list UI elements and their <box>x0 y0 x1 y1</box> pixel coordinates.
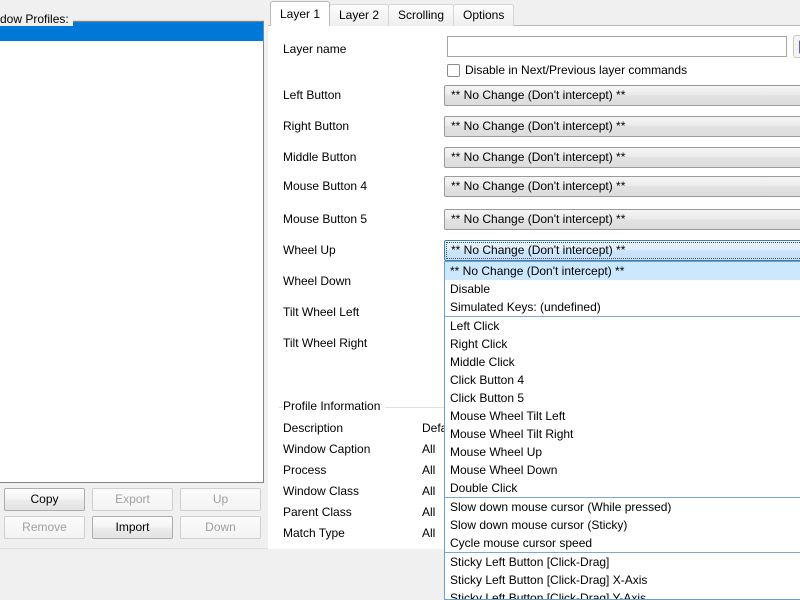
combo-mouse-button-5[interactable]: ** No Change (Don't intercept) ** <box>444 209 800 230</box>
label-mouse-button-4: Mouse Button 4 <box>283 179 368 193</box>
pi-label-match-type: Match Type <box>283 526 345 540</box>
tab-strip: Layer 1 Layer 2 Scrolling Options <box>268 0 800 26</box>
pi-label-process: Process <box>283 463 327 477</box>
dropdown-item[interactable]: Cycle mouse cursor speed <box>445 534 800 552</box>
dropdown-item[interactable]: Mouse Wheel Tilt Left <box>445 407 800 425</box>
combo-right-button[interactable]: ** No Change (Don't intercept) ** <box>444 116 800 137</box>
pi-label-window-caption: Window Caption <box>283 442 371 456</box>
dropdown-item[interactable]: Left Click <box>445 317 800 335</box>
wheel-up-action-dropdown[interactable]: ** No Change (Don't intercept) ** Disable… <box>444 261 800 600</box>
dropdown-item[interactable]: Click Button 5 <box>445 389 800 407</box>
dropdown-item[interactable]: Slow down mouse cursor (Sticky) <box>445 516 800 534</box>
combo-value: ** No Change (Don't intercept) ** <box>451 88 626 102</box>
label-tilt-wheel-right: Tilt Wheel Right <box>283 336 368 350</box>
dropdown-item[interactable]: Simulated Keys: (undefined) <box>445 298 800 316</box>
import-button[interactable]: Import <box>92 516 173 539</box>
dropdown-item[interactable]: Click Button 4 <box>445 371 800 389</box>
dropdown-item[interactable]: Mouse Wheel Tilt Right <box>445 425 800 443</box>
pi-label-description: Description <box>283 421 344 435</box>
tab-layer-2[interactable]: Layer 2 <box>329 4 390 26</box>
dropdown-item[interactable]: Sticky Left Button [Click-Drag] Y-Axis <box>445 589 800 599</box>
xmouse-settings-window: dow Profiles: Copy Export Up Remove Impo… <box>0 0 800 600</box>
pi-label-parent-class: Parent Class <box>283 505 352 519</box>
label-wheel-up: Wheel Up <box>283 243 336 257</box>
dropdown-item[interactable]: Sticky Left Button [Click-Drag] X-Axis <box>445 571 800 589</box>
dropdown-item[interactable]: ** No Change (Don't intercept) ** <box>445 262 800 280</box>
move-up-button[interactable]: Up <box>180 488 261 511</box>
copy-button[interactable]: Copy <box>4 488 85 511</box>
dropdown-item[interactable]: Right Click <box>445 335 800 353</box>
dropdown-item[interactable]: Sticky Left Button [Click-Drag] <box>445 553 800 571</box>
dropdown-item[interactable]: Middle Click <box>445 353 800 371</box>
remove-button[interactable]: Remove <box>4 516 85 539</box>
label-mouse-button-5: Mouse Button 5 <box>283 212 368 226</box>
layer-name-label: Layer name <box>283 42 347 56</box>
pi-label-window-class: Window Class <box>283 484 360 498</box>
export-button[interactable]: Export <box>92 488 173 511</box>
label-left-button: Left Button <box>283 88 342 102</box>
move-down-button[interactable]: Down <box>180 516 261 539</box>
combo-value: ** No Change (Don't intercept) ** <box>451 179 626 193</box>
combo-wheel-up[interactable]: ** No Change (Don't intercept) ** <box>444 240 800 261</box>
combo-middle-button[interactable]: ** No Change (Don't intercept) ** <box>444 147 800 168</box>
window-profiles-list[interactable] <box>0 21 264 483</box>
disable-next-previous-checkbox-row[interactable]: Disable in Next/Previous layer commands <box>447 63 687 77</box>
label-wheel-down: Wheel Down <box>283 274 352 288</box>
label-middle-button: Middle Button <box>283 150 357 164</box>
combo-value: ** No Change (Don't intercept) ** <box>451 150 626 164</box>
tab-layer-1[interactable]: Layer 1 <box>270 1 331 26</box>
dropdown-item[interactable]: Disable <box>445 280 800 298</box>
combo-left-button[interactable]: ** No Change (Don't intercept) ** <box>444 85 800 106</box>
profile-list-item[interactable] <box>0 41 263 60</box>
layer-name-picker-button[interactable] <box>793 35 800 58</box>
dropdown-item[interactable]: Mouse Wheel Down <box>445 461 800 479</box>
combo-value: ** No Change (Don't intercept) ** <box>451 243 626 257</box>
combo-mouse-button-4[interactable]: ** No Change (Don't intercept) ** <box>444 176 800 197</box>
combo-value: ** No Change (Don't intercept) ** <box>451 212 626 226</box>
window-profiles-group-label: dow Profiles: <box>0 12 73 26</box>
combo-value: ** No Change (Don't intercept) ** <box>451 119 626 133</box>
dropdown-item[interactable]: Double Click <box>445 479 800 497</box>
dropdown-item[interactable]: Slow down mouse cursor (While pressed) <box>445 498 800 516</box>
disable-next-previous-checkbox[interactable] <box>447 63 460 77</box>
layer-name-input[interactable] <box>447 36 787 57</box>
window-profiles-panel: dow Profiles: Copy Export Up Remove Impo… <box>0 0 268 600</box>
tab-scrolling[interactable]: Scrolling <box>388 4 455 26</box>
dropdown-item[interactable]: Mouse Wheel Up <box>445 443 800 461</box>
label-right-button: Right Button <box>283 119 350 133</box>
disable-next-previous-label: Disable in Next/Previous layer commands <box>465 63 688 77</box>
tab-options[interactable]: Options <box>453 4 515 26</box>
profile-information-title: Profile Information <box>283 399 386 413</box>
label-tilt-wheel-left: Tilt Wheel Left <box>283 305 360 319</box>
